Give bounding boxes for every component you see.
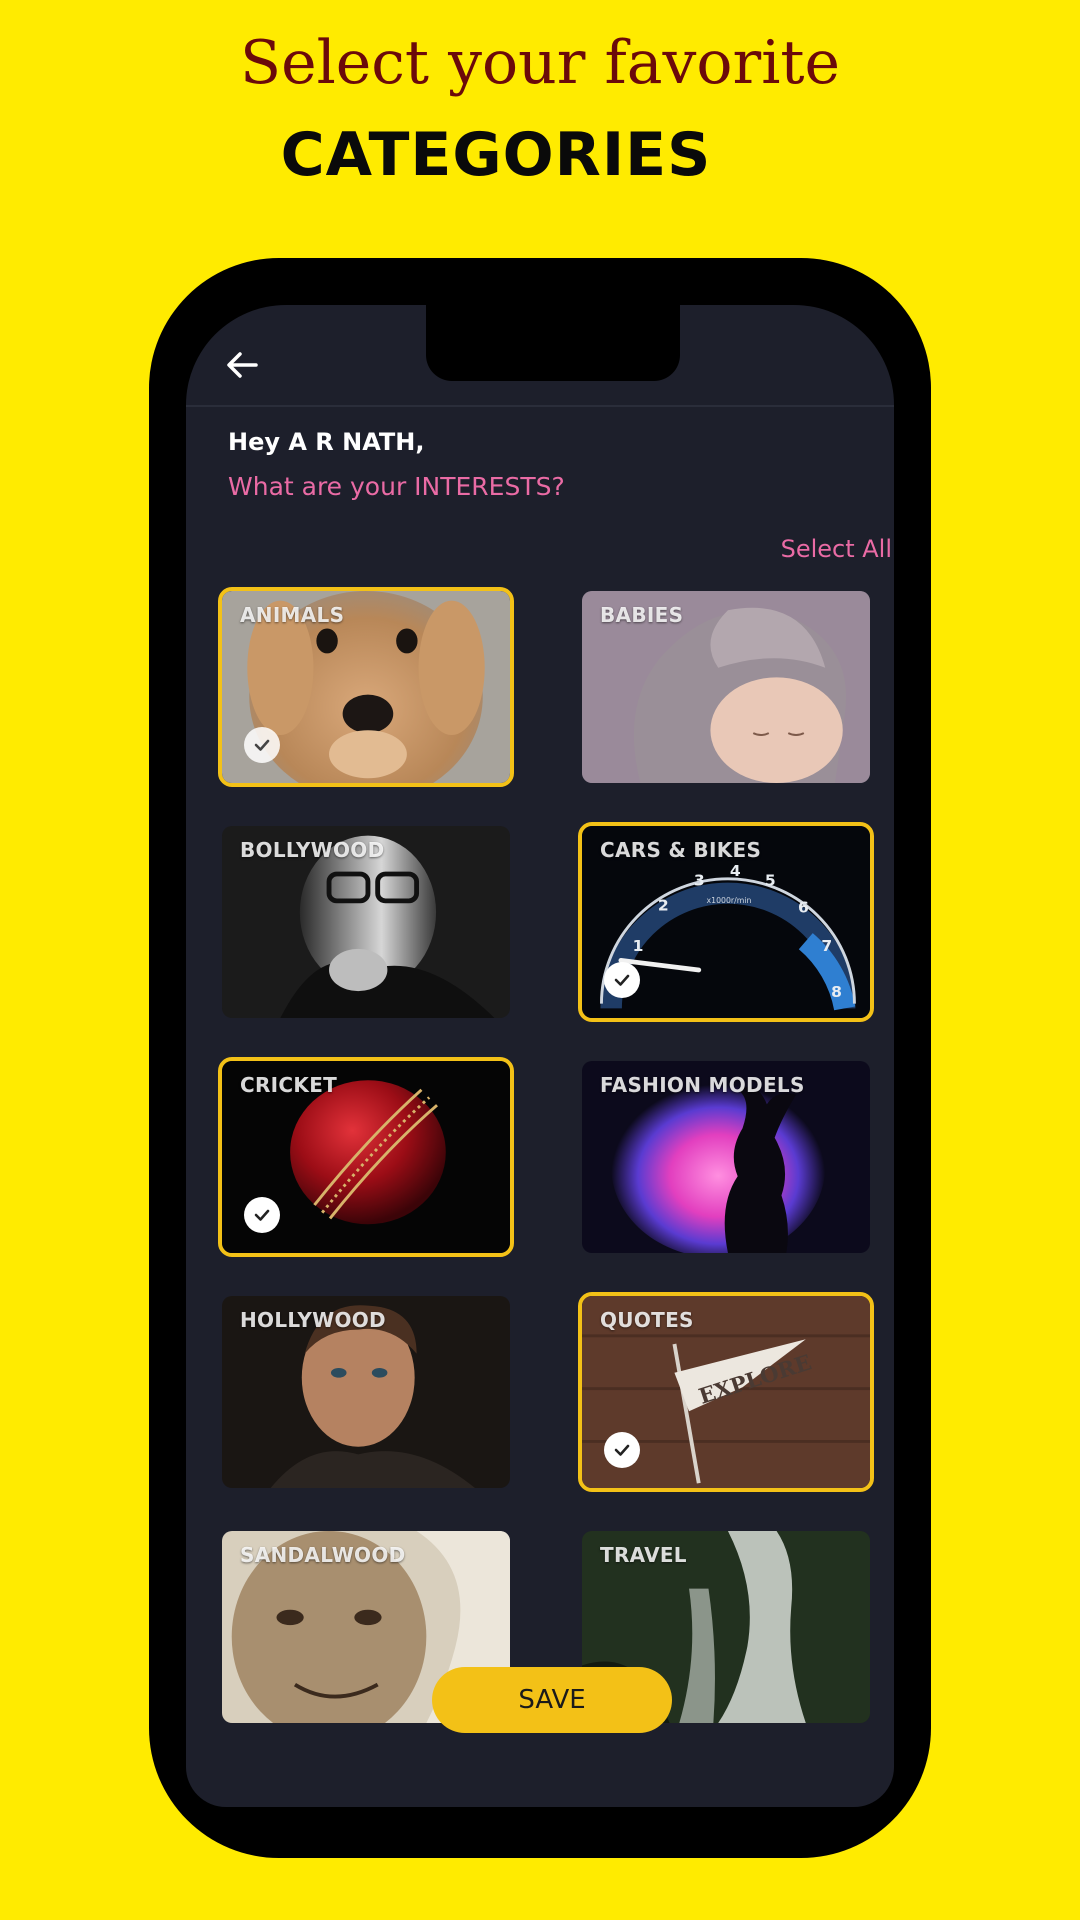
svg-text:1: 1 [633,937,644,955]
svg-text:x1000r/min: x1000r/min [707,896,752,905]
category-tile-animals[interactable]: ANIMALS [218,587,514,787]
checkmark-icon [604,962,640,998]
category-label: TRAVEL [600,1543,687,1567]
svg-text:7: 7 [821,937,832,955]
svg-text:8: 8 [831,983,842,1001]
svg-text:6: 6 [798,898,809,916]
checkmark-icon [244,1197,280,1233]
checkmark-icon [244,727,280,763]
category-label: HOLLYWOOD [240,1308,386,1332]
phone-frame: Hey A R NATH, What are your INTERESTS? S… [149,258,931,1858]
phone-notch [426,305,680,381]
category-tile-babies[interactable]: BABIES [578,587,874,787]
save-button[interactable]: SAVE [432,1667,672,1733]
svg-text:4: 4 [730,862,741,880]
category-tile-quotes[interactable]: EXPLORE QUOTES [578,1292,874,1492]
header-divider [186,405,894,407]
category-label: QUOTES [600,1308,694,1332]
svg-text:5: 5 [765,872,776,890]
category-label: FASHION MODELS [600,1073,805,1097]
category-tile-hollywood[interactable]: HOLLYWOOD [218,1292,514,1492]
interests-question: What are your INTERESTS? [228,472,565,501]
checkmark-icon [604,1432,640,1468]
promo-subtitle: CATEGORIES [280,120,712,190]
greeting-text: Hey A R NATH, [228,428,425,456]
category-label: SANDALWOOD [240,1543,406,1567]
category-tile-cars-bikes[interactable]: 1 2 3 4 5 6 7 8 x1000r/min CARS & BIKES [578,822,874,1022]
category-tile-fashion-models[interactable]: FASHION MODELS [578,1057,874,1257]
svg-text:3: 3 [694,872,705,890]
svg-text:2: 2 [658,897,669,915]
select-all-link[interactable]: Select All [781,535,892,563]
category-label: BOLLYWOOD [240,838,385,862]
category-label: BABIES [600,603,684,627]
category-label: CARS & BIKES [600,838,762,862]
category-label: ANIMALS [240,603,345,627]
arrow-left-icon[interactable] [222,345,262,385]
category-label: CRICKET [240,1073,338,1097]
app-screen: Hey A R NATH, What are your INTERESTS? S… [186,305,894,1807]
category-tile-bollywood[interactable]: BOLLYWOOD [218,822,514,1022]
category-tile-cricket[interactable]: CRICKET [218,1057,514,1257]
promo-title: Select your favorite [240,28,840,98]
